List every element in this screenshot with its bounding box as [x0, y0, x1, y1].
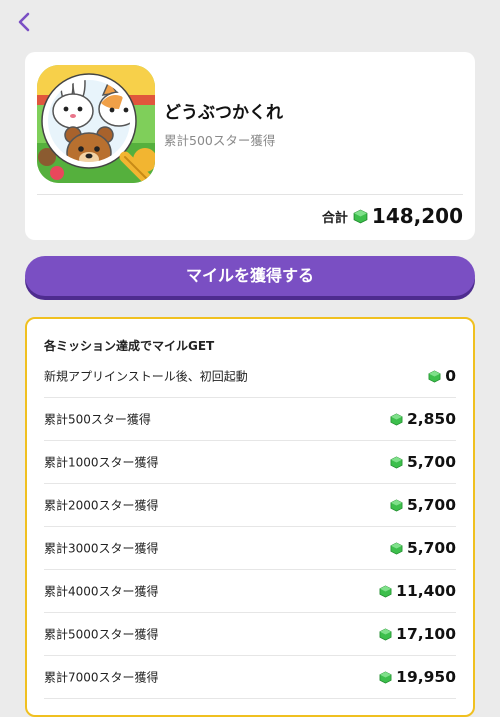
- green-gem-icon: [379, 585, 392, 597]
- mission-row: 累計5000スター獲得 17,100: [44, 613, 456, 656]
- mission-reward: 0: [428, 367, 456, 385]
- mission-label: 累計4000スター獲得: [44, 584, 159, 599]
- mission-reward-value: 19,950: [396, 668, 456, 686]
- mission-label: 累計7000スター獲得: [44, 670, 159, 685]
- mission-reward: 11,400: [379, 582, 456, 600]
- app-name: どうぶつかくれ: [164, 103, 283, 123]
- app-icon: [37, 65, 155, 183]
- mission-reward-value: 11,400: [396, 582, 456, 600]
- mission-reward-value: 5,700: [406, 496, 456, 514]
- total-row: 合計 148,200: [322, 204, 463, 228]
- green-gem-icon: [379, 628, 392, 640]
- mission-reward: 5,700: [390, 453, 456, 471]
- get-miles-button[interactable]: マイルを獲得する: [25, 256, 475, 296]
- total-value: 148,200: [371, 204, 463, 228]
- mission-row: 累計500スター獲得 2,850: [44, 398, 456, 441]
- mission-row: 累計3000スター獲得 5,700: [44, 527, 456, 570]
- mission-reward-value: 2,850: [406, 410, 456, 428]
- green-gem-icon: [390, 413, 403, 425]
- chevron-left-icon: [18, 12, 30, 32]
- card-divider: [37, 194, 463, 195]
- mission-reward-value: 5,700: [406, 453, 456, 471]
- mission-row: 累計1000スター獲得 5,700: [44, 441, 456, 484]
- green-gem-icon: [390, 542, 403, 554]
- mission-reward: 5,700: [390, 539, 456, 557]
- mission-reward: 2,850: [390, 410, 456, 428]
- mission-reward: 17,100: [379, 625, 456, 643]
- mission-label: 累計5000スター獲得: [44, 627, 159, 642]
- mission-row: 累計7000スター獲得 19,950: [44, 656, 456, 699]
- app-card: どうぶつかくれ 累計500スター獲得 合計 148,200: [25, 52, 475, 240]
- mission-label: 新規アプリインストール後、初回起動: [44, 369, 248, 384]
- mission-row: 新規アプリインストール後、初回起動 0: [44, 355, 456, 398]
- green-gem-icon: [390, 499, 403, 511]
- mission-reward: 5,700: [390, 496, 456, 514]
- mission-label: 累計500スター獲得: [44, 412, 151, 427]
- mission-row: 累計2000スター獲得 5,700: [44, 484, 456, 527]
- total-label: 合計: [321, 210, 348, 226]
- mission-reward: 19,950: [379, 668, 456, 686]
- mission-label: 累計3000スター獲得: [44, 541, 159, 556]
- green-gem-icon: [379, 671, 392, 683]
- missions-title: 各ミッション達成でマイルGET: [44, 339, 215, 353]
- mission-label: 累計1000スター獲得: [44, 455, 159, 470]
- mission-row: 累計4000スター獲得 11,400: [44, 570, 456, 613]
- green-gem-icon: [390, 456, 403, 468]
- mission-reward-value: 5,700: [406, 539, 456, 557]
- mission-reward-value: 0: [445, 367, 456, 385]
- app-subtitle: 累計500スター獲得: [164, 133, 276, 148]
- mission-reward-value: 17,100: [396, 625, 456, 643]
- mission-label: 累計2000スター獲得: [44, 498, 159, 513]
- green-gem-icon: [428, 370, 441, 382]
- green-gem-icon: [353, 209, 368, 223]
- missions-card: 各ミッション達成でマイルGET 新規アプリインストール後、初回起動 0 累計50…: [25, 317, 475, 717]
- back-button[interactable]: [12, 8, 36, 36]
